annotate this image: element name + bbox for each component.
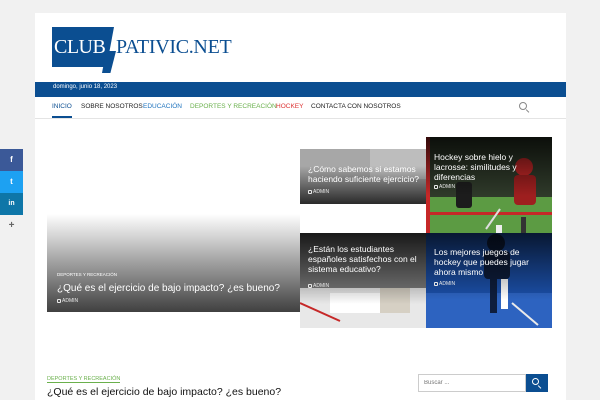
site-logo[interactable]: CLUB PATIVIC.NET [52,27,232,73]
post-author[interactable]: ADMIN [308,283,329,289]
latest-post-title[interactable]: ¿Qué es el ejercicio de bajo impacto? ¿e… [47,386,281,398]
logo-domain-text: PATIVIC.NET [116,36,232,58]
user-icon [57,298,61,303]
twitter-icon: t [10,177,13,186]
nav-item-educacion[interactable]: EDUCACIÓN [143,103,182,110]
featured-post-1[interactable]: ¿Cómo sabemos si estamos haciendo sufici… [300,149,426,204]
post-author[interactable]: ADMIN [57,298,78,304]
post-author[interactable]: ADMIN [308,189,329,195]
main-nav: INICIO SOBRE NOSOTROS EDUCACIÓN DEPORTES… [35,97,566,119]
search-submit-button[interactable] [526,374,548,392]
post-author[interactable]: ADMIN [434,184,455,190]
post-title[interactable]: Hockey sobre hielo y lacrosse: similitud… [434,152,548,182]
post-category-link[interactable]: DEPORTES Y RECREACIÓN [47,376,121,383]
featured-post-main[interactable]: DEPORTES Y RECREACIÓN ¿Qué es el ejercic… [47,149,300,312]
post-category[interactable]: DEPORTES Y RECREACIÓN [57,272,117,277]
more-share-button[interactable]: + [0,215,23,237]
post-title[interactable]: ¿Están los estudiantes españoles satisfe… [308,244,422,274]
featured-post-2[interactable]: Hockey sobre hielo y lacrosse: similitud… [426,137,552,244]
user-icon [434,281,438,286]
current-date: domingo, junio 18, 2023 [53,84,118,90]
facebook-icon: f [10,155,13,164]
user-icon [434,184,438,189]
plus-icon: + [8,220,15,231]
page-container: CLUB PATIVIC.NET domingo, junio 18, 2023… [35,13,566,400]
twitter-share-button[interactable]: t [0,171,23,193]
date-bar: domingo, junio 18, 2023 [35,82,566,97]
linkedin-share-button[interactable]: in [0,193,23,215]
search-toggle-button[interactable] [519,102,530,113]
user-icon [308,283,312,288]
post-title[interactable]: ¿Qué es el ejercicio de bajo impacto? ¿e… [57,283,292,295]
user-icon [308,189,312,194]
post-title[interactable]: Los mejores juegos de hockey que puedes … [434,247,548,277]
post-title[interactable]: ¿Cómo sabemos si estamos haciendo sufici… [308,164,422,184]
nav-item-sobre-nosotros[interactable]: SOBRE NOSOTROS [81,103,143,110]
featured-post-4[interactable]: Los mejores juegos de hockey que puedes … [426,233,552,328]
nav-item-deportes[interactable]: DEPORTES Y RECREACIÓN [190,103,277,110]
nav-item-inicio[interactable]: INICIO [52,103,72,118]
featured-post-3[interactable]: ¿Están los estudiantes españoles satisfe… [300,233,426,328]
nav-item-hockey[interactable]: HOCKEY [276,103,303,110]
linkedin-icon: in [8,200,15,207]
nav-item-contacta[interactable]: CONTACTA CON NOSOTROS [311,103,401,110]
facebook-share-button[interactable]: f [0,149,23,171]
sidebar-search-form [418,374,552,392]
search-input[interactable] [418,374,526,392]
post-author[interactable]: ADMIN [434,281,455,287]
